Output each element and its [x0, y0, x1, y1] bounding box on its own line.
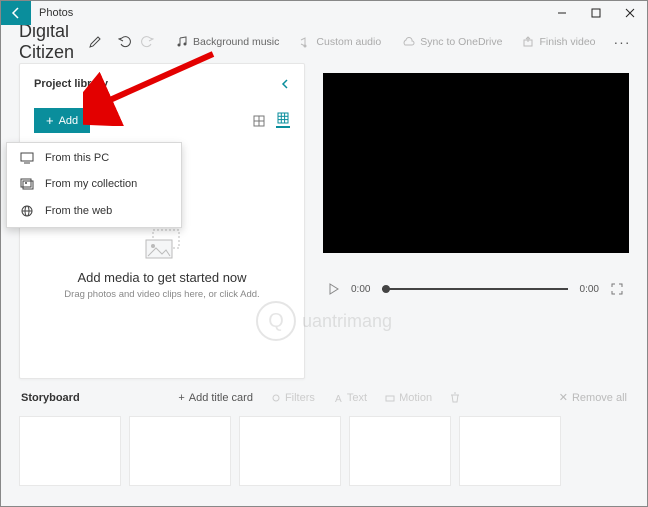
app-title: Photos — [31, 7, 73, 19]
custom-audio-button[interactable]: Custom audio — [293, 33, 387, 51]
dropdown-web-label: From the web — [45, 205, 112, 217]
storyboard-title: Storyboard — [21, 392, 80, 404]
plus-icon: + — [46, 114, 54, 127]
pc-icon — [19, 152, 35, 164]
background-music-button[interactable]: Background music — [170, 33, 285, 51]
video-preview[interactable] — [323, 73, 629, 253]
more-button[interactable]: ··· — [610, 34, 635, 50]
background-music-label: Background music — [193, 36, 279, 48]
add-title-card-label: Add title card — [189, 392, 253, 404]
storyboard-slot[interactable] — [459, 416, 561, 486]
plus-icon: + — [178, 392, 184, 404]
storyboard-slot[interactable] — [239, 416, 341, 486]
collapse-library-icon[interactable] — [280, 78, 290, 90]
collection-icon — [19, 178, 35, 190]
sync-label: Sync to OneDrive — [420, 36, 502, 48]
web-icon — [19, 204, 35, 218]
close-button[interactable] — [613, 1, 647, 25]
filters-icon — [271, 393, 281, 403]
dropdown-pc-label: From this PC — [45, 152, 109, 164]
fullscreen-icon[interactable] — [611, 283, 623, 295]
seek-bar[interactable] — [382, 288, 567, 290]
empty-subtitle: Drag photos and video clips here, or cli… — [64, 289, 259, 300]
add-button[interactable]: + Add — [34, 108, 90, 133]
svg-text:A: A — [335, 394, 342, 403]
library-title: Project library — [34, 78, 108, 90]
maximize-button[interactable] — [579, 1, 613, 25]
filters-button[interactable]: Filters — [271, 392, 315, 404]
view-single-icon[interactable] — [252, 114, 266, 128]
view-grid-icon[interactable] — [276, 114, 290, 128]
add-button-label: Add — [59, 115, 79, 127]
empty-title: Add media to get started now — [77, 270, 246, 285]
project-name: Digital Citizen — [19, 21, 74, 63]
storyboard-slot[interactable] — [19, 416, 121, 486]
redo-icon[interactable] — [140, 35, 154, 49]
custom-audio-label: Custom audio — [316, 36, 381, 48]
sync-button[interactable]: Sync to OneDrive — [395, 33, 508, 51]
text-button[interactable]: A Text — [333, 392, 367, 404]
dropdown-from-web[interactable]: From the web — [7, 197, 181, 225]
storyboard-strip[interactable] — [19, 416, 629, 486]
remove-all-label: Remove all — [572, 392, 627, 404]
storyboard-slot[interactable] — [129, 416, 231, 486]
export-icon — [522, 36, 534, 48]
audio-icon — [299, 36, 311, 48]
delete-button[interactable] — [450, 392, 460, 404]
motion-icon — [385, 393, 395, 403]
back-button[interactable] — [1, 1, 31, 25]
media-placeholder-icon — [142, 228, 182, 260]
edit-name-icon[interactable] — [88, 35, 102, 49]
music-icon — [176, 36, 188, 48]
storyboard-slot[interactable] — [349, 416, 451, 486]
play-button[interactable] — [329, 283, 339, 295]
close-icon: ✕ — [559, 391, 568, 404]
add-title-card-button[interactable]: + Add title card — [178, 392, 253, 404]
dropdown-collection-label: From my collection — [45, 178, 137, 190]
cloud-icon — [401, 37, 415, 47]
dropdown-from-collection[interactable]: From my collection — [7, 171, 181, 197]
finish-video-label: Finish video — [539, 36, 595, 48]
total-time: 0:00 — [580, 284, 599, 295]
finish-video-button[interactable]: Finish video — [516, 33, 601, 51]
current-time: 0:00 — [351, 284, 370, 295]
text-icon: A — [333, 393, 343, 403]
add-dropdown: From this PC From my collection From the… — [6, 142, 182, 228]
undo-icon[interactable] — [118, 35, 132, 49]
remove-all-button[interactable]: ✕ Remove all — [559, 391, 627, 404]
motion-button[interactable]: Motion — [385, 392, 432, 404]
dropdown-from-this-pc[interactable]: From this PC — [7, 145, 181, 171]
trash-icon — [450, 392, 460, 403]
project-library-panel: Project library + Add — [19, 63, 305, 379]
minimize-button[interactable] — [545, 1, 579, 25]
